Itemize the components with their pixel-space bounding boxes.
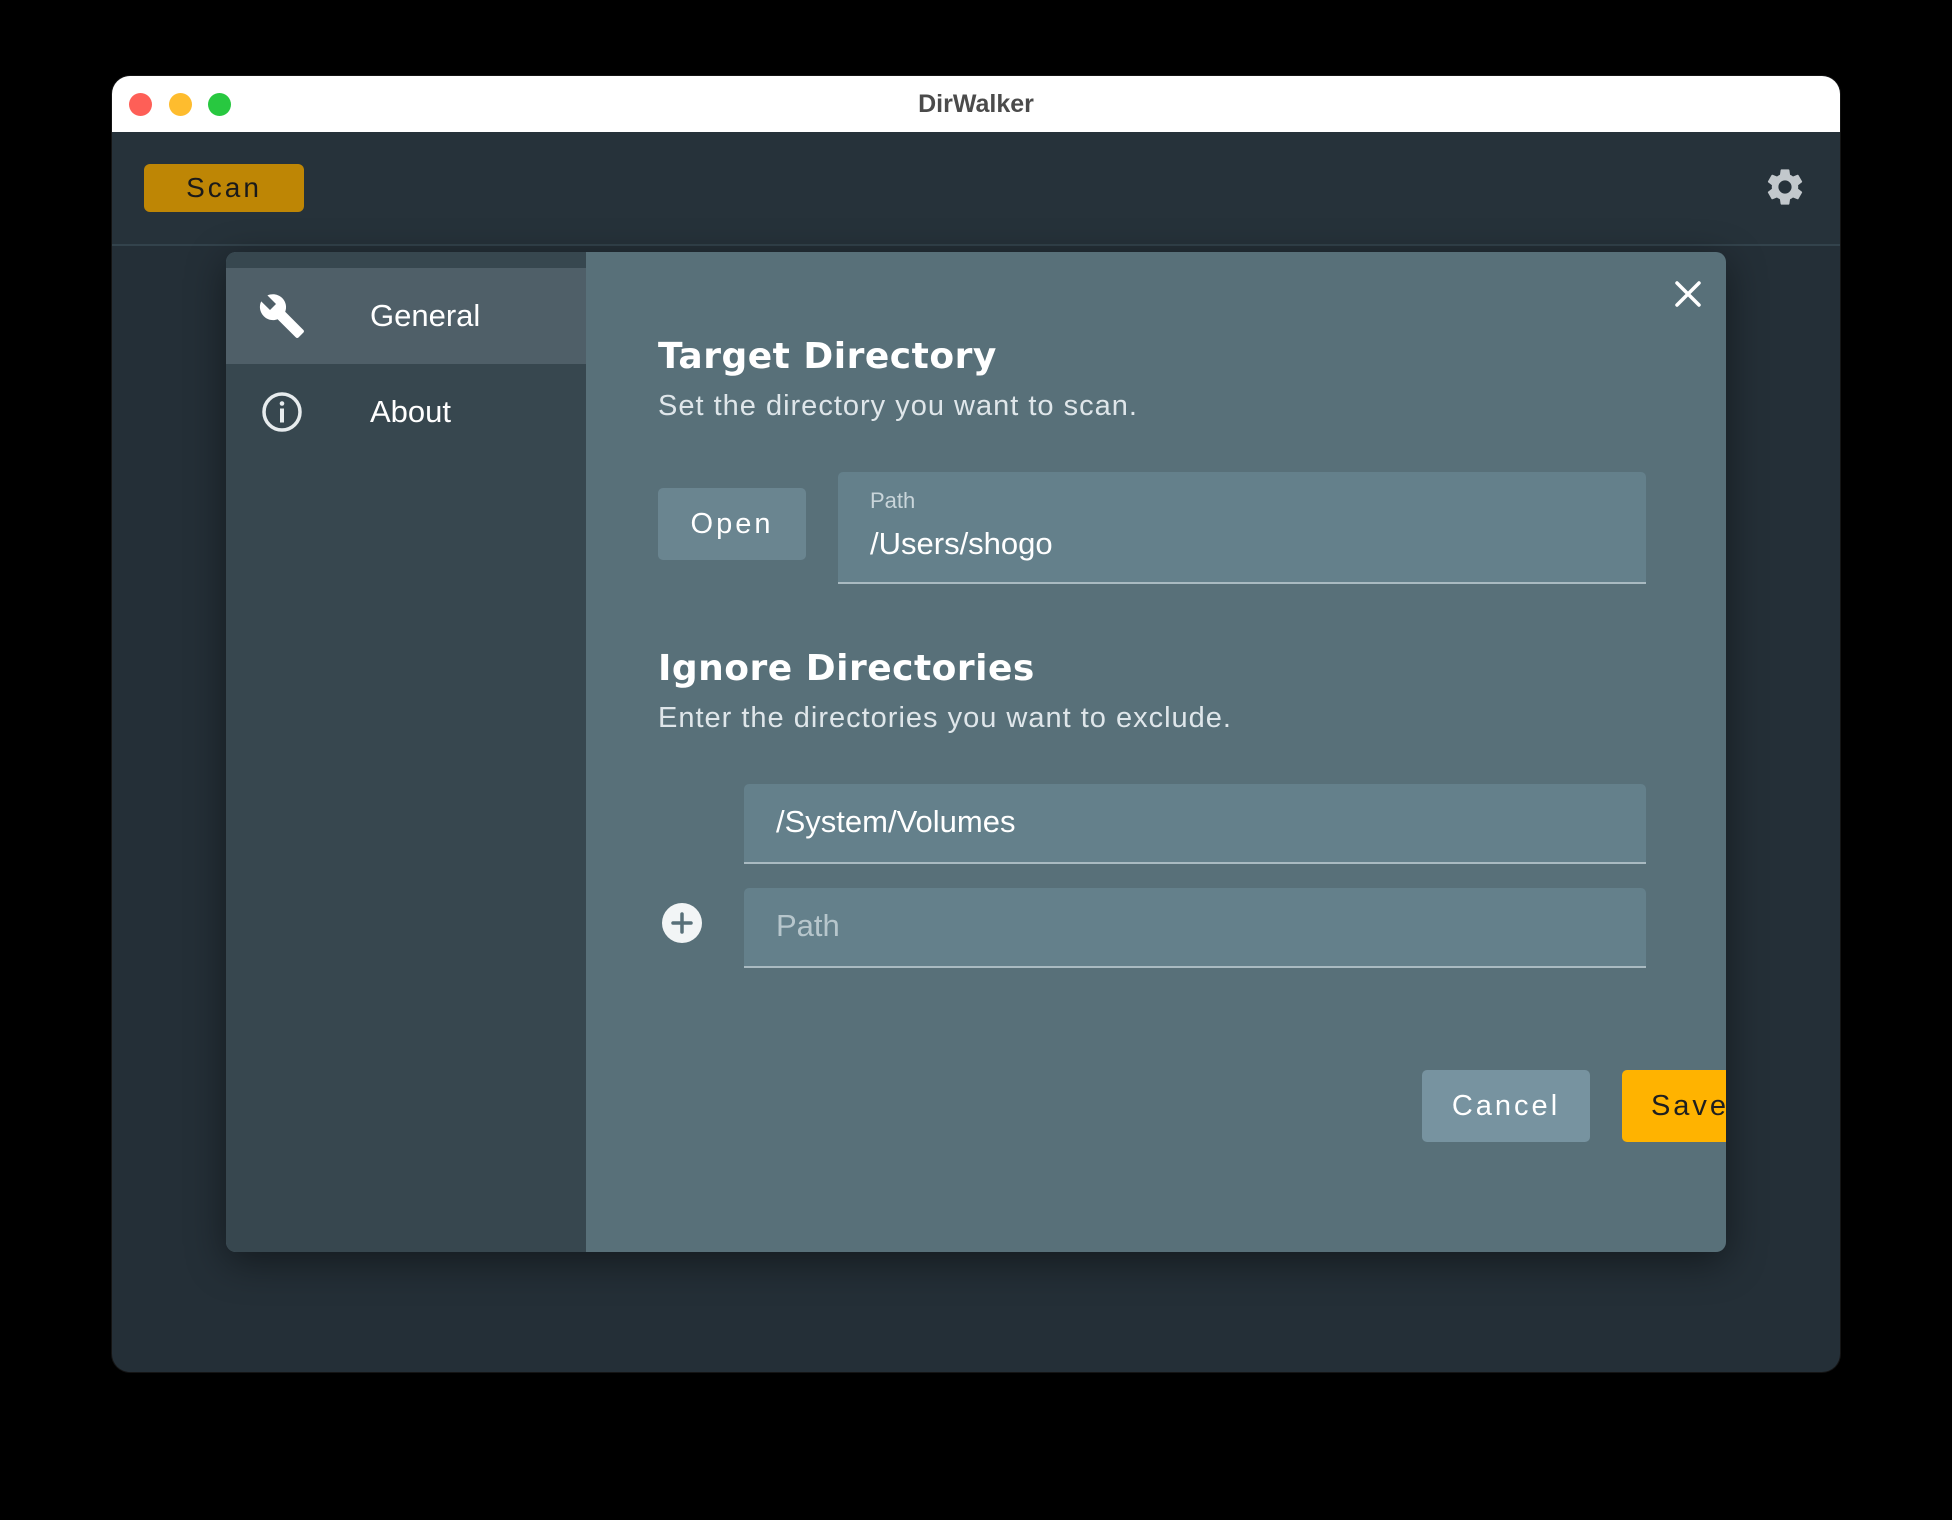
wrench-icon xyxy=(259,294,304,338)
plus-circle-icon[interactable] xyxy=(662,903,702,943)
app-window: DirWalker Scan General About Target Dire… xyxy=(112,76,1840,1372)
settings-sidebar: General About xyxy=(226,252,586,1252)
target-path-value: /Users/shogo xyxy=(870,526,1053,561)
title-bar: DirWalker xyxy=(112,76,1840,132)
close-icon[interactable] xyxy=(1666,272,1710,316)
new-ignore-path-placeholder: Path xyxy=(776,908,840,943)
open-button[interactable]: Open xyxy=(658,488,806,560)
cancel-button[interactable]: Cancel xyxy=(1422,1070,1590,1142)
window-title: DirWalker xyxy=(918,90,1034,118)
sidebar-item-label: General xyxy=(370,298,481,333)
save-button[interactable]: Save xyxy=(1622,1070,1726,1142)
sidebar-item-about[interactable]: About xyxy=(226,364,586,460)
app-toolbar: Scan xyxy=(112,132,1840,246)
gear-icon[interactable] xyxy=(1763,165,1807,209)
settings-dialog: General About Target Directory Set the d… xyxy=(226,252,1726,1252)
target-path-field[interactable]: Path /Users/shogo xyxy=(838,472,1646,584)
new-ignore-path-input[interactable]: Path xyxy=(744,888,1646,968)
info-icon xyxy=(262,392,302,432)
ignore-path-field[interactable]: /System/Volumes xyxy=(744,784,1646,864)
ignore-directories-title: Ignore Directories xyxy=(658,648,1035,689)
sidebar-item-general[interactable]: General xyxy=(226,268,586,364)
target-path-label: Path xyxy=(870,488,916,513)
sidebar-item-label: About xyxy=(370,394,452,429)
ignore-path-value: /System/Volumes xyxy=(776,804,1016,839)
scan-button[interactable]: Scan xyxy=(144,164,304,212)
target-directory-title: Target Directory xyxy=(658,336,997,377)
ignore-directories-subtitle: Enter the directories you want to exclud… xyxy=(658,702,1232,734)
target-directory-subtitle: Set the directory you want to scan. xyxy=(658,390,1138,422)
